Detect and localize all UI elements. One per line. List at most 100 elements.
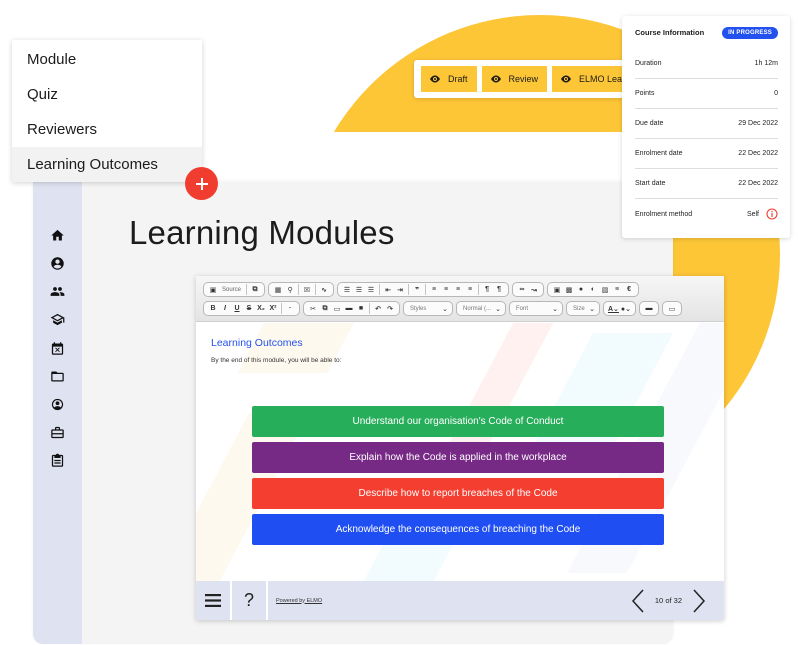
font-select-value: Font	[516, 305, 529, 312]
menu-item-module[interactable]: Module	[12, 42, 202, 77]
justify-icon[interactable]: ≡	[464, 283, 476, 296]
home-icon[interactable]	[48, 226, 66, 244]
size-select-value: Size	[573, 305, 585, 312]
blockquote-icon[interactable]: ❞	[411, 283, 423, 296]
info-label: Duration	[635, 60, 662, 67]
iframe-icon[interactable]: ◐	[587, 283, 599, 296]
strikethrough-button[interactable]: S	[243, 302, 255, 315]
outdent-icon[interactable]: ⇤	[382, 283, 394, 296]
info-value: Self	[746, 210, 759, 218]
paste-text-icon[interactable]: ▬	[343, 302, 355, 315]
learning-outcomes-intro: By the end of this module, you will be a…	[211, 357, 342, 364]
bold-button[interactable]: B	[207, 302, 219, 315]
info-row-enrolment-method: Enrolment method Self	[635, 199, 778, 229]
table-icon[interactable]: ▧	[599, 283, 611, 296]
show-blocks-icon[interactable]: ▬	[643, 302, 655, 315]
briefcase-icon[interactable]	[48, 423, 66, 441]
info-value: 22 Dec 2022	[738, 150, 778, 157]
info-label: Points	[635, 90, 655, 97]
menu-item-learning-outcomes[interactable]: Learning Outcomes	[12, 147, 202, 182]
player-bar: ? Powered by ELMO 10 of 32	[196, 581, 724, 620]
preview-icon[interactable]: ⚲	[284, 283, 296, 296]
media-icon[interactable]: ▩	[563, 283, 575, 296]
align-left-icon[interactable]: ≡	[428, 283, 440, 296]
styles-select-value: Styles	[410, 305, 427, 312]
video-icon[interactable]: ●	[575, 283, 587, 296]
numbered-list-icon[interactable]: ☰	[341, 283, 353, 296]
font-select[interactable]: Font ⌄	[509, 301, 563, 316]
paste-icon[interactable]: ▭	[331, 302, 343, 315]
special-char-icon[interactable]: €	[623, 283, 635, 296]
ltr-icon[interactable]: ¶	[481, 283, 493, 296]
italic-button[interactable]: I	[219, 302, 231, 315]
chevron-down-icon: ⌄	[589, 305, 595, 313]
plus-icon	[195, 177, 208, 190]
help-button[interactable]: ?	[232, 581, 268, 620]
copy-icon[interactable]: ⧉	[319, 302, 331, 315]
align-right-icon[interactable]: ≡	[452, 283, 464, 296]
subscript-button[interactable]: X₂	[255, 302, 267, 315]
info-row-due-date: Due date 29 Dec 2022	[635, 109, 778, 139]
menu-item-quiz[interactable]: Quiz	[12, 77, 202, 112]
previous-page-icon[interactable]	[631, 588, 645, 613]
draft-button[interactable]: Draft	[421, 66, 477, 92]
review-button[interactable]: Review	[481, 66, 548, 92]
info-icon[interactable]	[766, 208, 778, 220]
graduation-cap-icon[interactable]	[48, 310, 66, 328]
users-icon[interactable]	[48, 282, 66, 300]
unlink-icon[interactable]: ↝	[528, 283, 540, 296]
calendar-icon[interactable]	[48, 339, 66, 357]
course-info-title: Course Information	[635, 28, 705, 37]
select-all-icon[interactable]: ☒	[301, 283, 313, 296]
info-value: 29 Dec 2022	[738, 120, 778, 127]
folder-icon[interactable]	[48, 367, 66, 385]
align-center-icon[interactable]: ≡	[440, 283, 452, 296]
clipboard-icon[interactable]	[48, 451, 66, 469]
bulleted-list-icon[interactable]: ☰	[353, 283, 365, 296]
paste-word-icon[interactable]: ■	[355, 302, 367, 315]
outcome-item[interactable]: Acknowledge the consequences of breachin…	[252, 514, 664, 545]
format-select[interactable]: Normal (... ⌄	[456, 301, 506, 316]
indent-icon[interactable]: ⇥	[394, 283, 406, 296]
course-information-card: Course Information IN PROGRESS Duration …	[622, 16, 790, 238]
undo-icon[interactable]: ↶	[372, 302, 384, 315]
menu-button[interactable]	[196, 581, 232, 620]
size-select[interactable]: Size ⌄	[566, 301, 600, 316]
outcome-item[interactable]: Describe how to report breaches of the C…	[252, 478, 664, 509]
underline-button[interactable]: U	[231, 302, 243, 315]
background-color-icon[interactable]: ●⌄	[620, 302, 632, 315]
outcome-item[interactable]: Explain how the Code is applied in the w…	[252, 442, 664, 473]
maximize-icon[interactable]: ▭	[666, 302, 678, 315]
chevron-down-icon: ⌄	[442, 305, 448, 313]
info-label: Enrolment method	[635, 210, 693, 218]
powered-by-link[interactable]: Powered by ELMO	[276, 598, 322, 604]
outcome-item[interactable]: Understand our organisation's Code of Co…	[252, 406, 664, 437]
new-page-icon[interactable]: ▦	[272, 283, 284, 296]
remove-format-icon[interactable]: ∙	[284, 302, 296, 315]
user-settings-icon[interactable]	[48, 395, 66, 413]
link-icon[interactable]: ∞	[516, 283, 528, 296]
next-page-icon[interactable]	[692, 588, 706, 613]
rtl-icon[interactable]: ¶	[493, 283, 505, 296]
list-style-icon[interactable]: ☰	[365, 283, 377, 296]
info-value: 0	[774, 90, 778, 97]
cut-icon[interactable]: ✂	[307, 302, 319, 315]
templates-icon[interactable]: ⧉	[249, 283, 261, 296]
source-button[interactable]: Source	[219, 283, 244, 296]
source-icon[interactable]: ▣	[207, 283, 219, 296]
superscript-button[interactable]: X²	[267, 302, 279, 315]
image-icon[interactable]: ▣	[551, 283, 563, 296]
menu-item-reviewers[interactable]: Reviewers	[12, 112, 202, 147]
text-color-icon[interactable]: A⌄	[607, 302, 620, 315]
add-button[interactable]	[185, 167, 218, 200]
styles-select[interactable]: Styles ⌄	[403, 301, 453, 316]
horizontal-rule-icon[interactable]: ≡	[611, 283, 623, 296]
pager: 10 of 32	[631, 581, 706, 620]
spellcheck-icon[interactable]: ∿	[318, 283, 330, 296]
editor-content[interactable]: Learning Outcomes By the end of this mod…	[196, 323, 724, 581]
status-badge: IN PROGRESS	[722, 26, 778, 39]
redo-icon[interactable]: ↷	[384, 302, 396, 315]
chevron-down-icon: ⌄	[495, 305, 501, 313]
hamburger-icon	[205, 594, 221, 607]
account-icon[interactable]	[48, 254, 66, 272]
